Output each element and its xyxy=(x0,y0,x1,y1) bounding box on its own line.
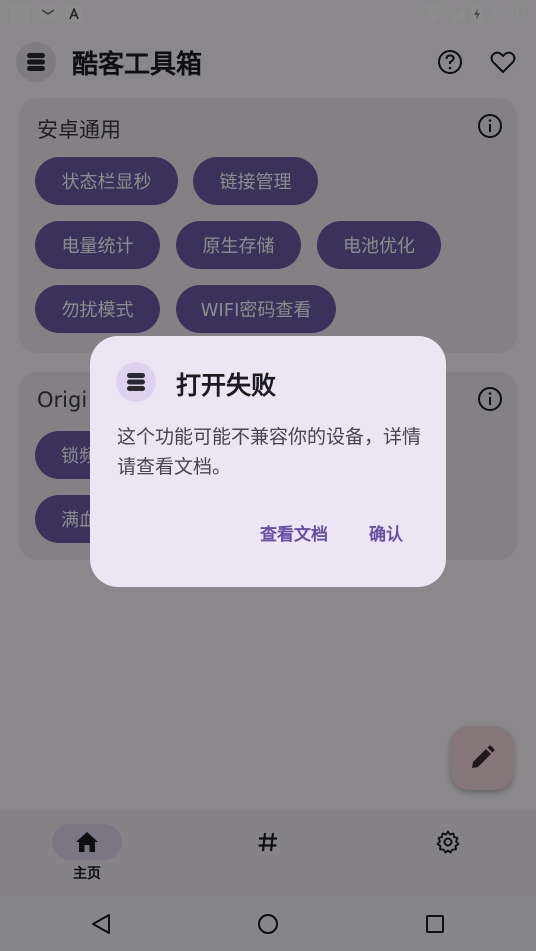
dialog-title: 打开失败 xyxy=(176,371,277,400)
app-logo-icon xyxy=(116,362,156,402)
dialog-message: 这个功能可能不兼容你的设备，详情请查看文档。 xyxy=(117,426,422,478)
error-dialog: 打开失败 这个功能可能不兼容你的设备，详情请查看文档。 查看文档 确认 xyxy=(90,336,446,587)
confirm-button[interactable]: 确认 xyxy=(369,520,403,545)
view-docs-button[interactable]: 查看文档 xyxy=(260,520,328,545)
